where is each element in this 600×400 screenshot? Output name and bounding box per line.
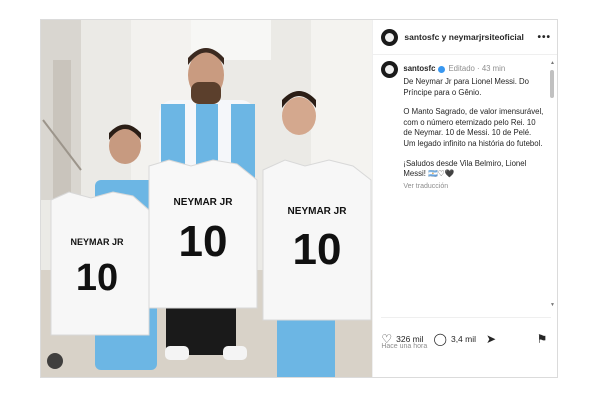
scrollbar-thumb[interactable]	[550, 70, 554, 98]
photo-illustration: NEYMAR JR 10 NEYMAR JR 10 NEYMAR JR 10	[41, 20, 373, 377]
person-icon[interactable]	[47, 353, 63, 369]
post-sidebar: santosfc y neymarjrsiteoficial ••• santo…	[372, 20, 557, 377]
caption-paragraph-1: De Neymar Jr para Lionel Messi. Do Prínc…	[403, 77, 530, 97]
see-translation-link[interactable]: Ver traducción	[403, 182, 543, 193]
comment-count: 3,4 mil	[450, 334, 477, 344]
jersey-center-name: NEYMAR JR	[174, 197, 234, 208]
post-header: santosfc y neymarjrsiteoficial •••	[373, 20, 557, 55]
share-icon[interactable]: ➤	[486, 333, 496, 345]
jersey-left-number: 10	[76, 257, 118, 299]
caption: santosfc Editado · 43 min De Neymar Jr p…	[381, 61, 543, 192]
verified-badge-icon	[438, 66, 446, 73]
scroll-up-icon[interactable]: ▲	[550, 60, 555, 66]
jersey-center: NEYMAR JR 10	[148, 159, 258, 309]
caption-paragraph-2: O Manto Sagrado, de valor imensurável, c…	[403, 107, 544, 148]
post-timestamp: Hace una hora	[381, 343, 428, 350]
separator: ·	[474, 64, 482, 74]
caption-author[interactable]: santosfc	[403, 64, 435, 75]
jersey-right-name: NEYMAR JR	[288, 206, 348, 217]
post-header-title[interactable]: santosfc y neymarjrsiteoficial	[404, 32, 524, 42]
post-age: 43 min	[481, 64, 506, 74]
scrollbar[interactable]: ▲ ▼	[550, 60, 555, 308]
avatar[interactable]	[381, 28, 399, 46]
instagram-post: NEYMAR JR 10 NEYMAR JR 10 NEYMAR JR 10 s…	[40, 19, 558, 378]
scroll-down-icon[interactable]: ▼	[550, 302, 555, 308]
jersey-right-number: 10	[293, 225, 342, 274]
caption-paragraph-3: ¡Saludos desde Vila Belmiro, Lionel Mess…	[403, 158, 527, 179]
post-photo[interactable]: NEYMAR JR 10 NEYMAR JR 10 NEYMAR JR 10	[41, 20, 373, 377]
more-options-icon[interactable]: •••	[537, 32, 551, 43]
caption-avatar[interactable]	[381, 61, 399, 78]
jersey-left: NEYMAR JR 10	[50, 191, 150, 336]
jersey-left-name: NEYMAR JR	[70, 237, 124, 247]
jersey-right: NEYMAR JR 10	[262, 159, 372, 321]
jersey-center-number: 10	[179, 217, 228, 266]
caption-body: De Neymar Jr para Lionel Messi. Do Prínc…	[403, 77, 543, 192]
bookmark-icon[interactable]: ⚑	[537, 333, 548, 345]
comment-icon[interactable]: ◯	[434, 333, 447, 345]
edited-label: Editado	[448, 64, 475, 74]
